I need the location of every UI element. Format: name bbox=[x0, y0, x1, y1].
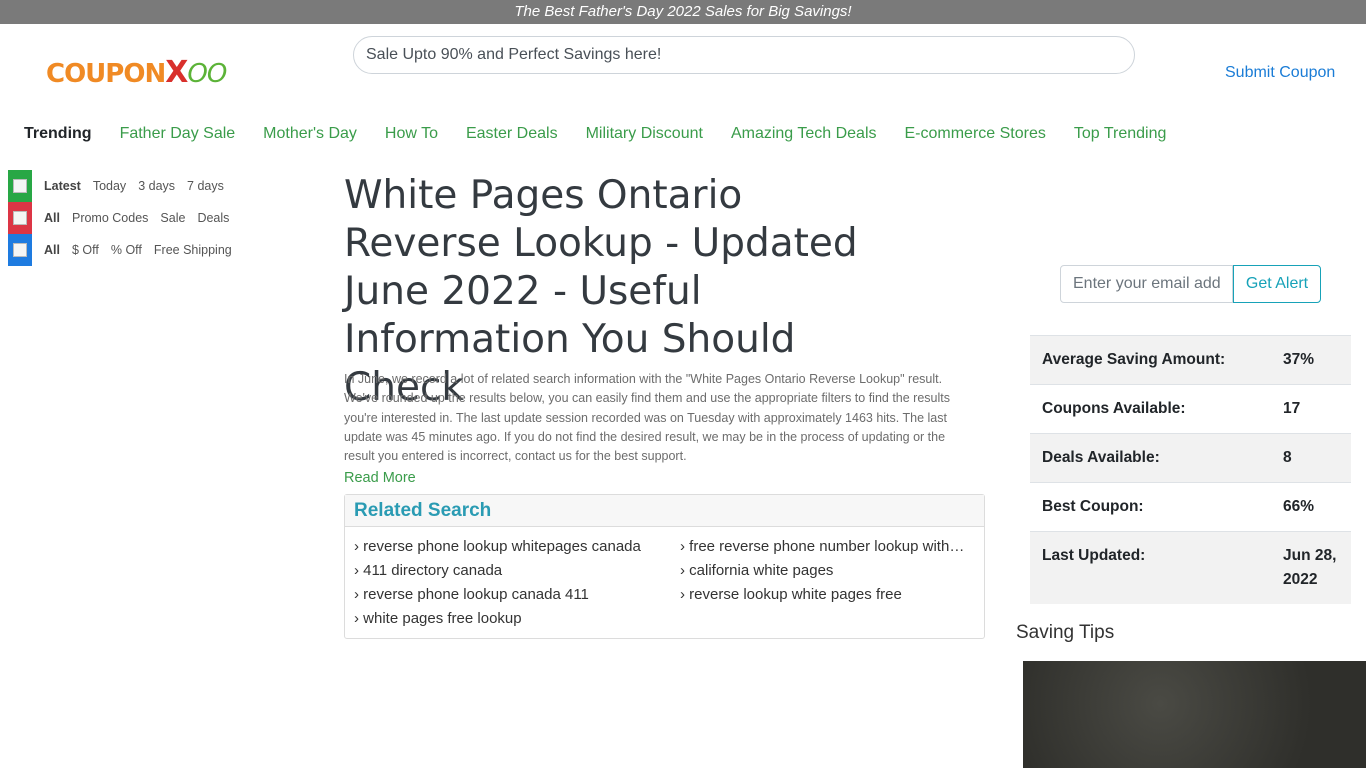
search-input[interactable] bbox=[353, 36, 1135, 74]
stat-value: 8 bbox=[1271, 433, 1351, 483]
related-search-link[interactable]: › reverse phone lookup canada 411 bbox=[354, 584, 680, 606]
related-search-link[interactable]: › reverse phone lookup whitepages canada bbox=[354, 536, 680, 558]
related-search-link[interactable]: › free reverse phone number lookup witho… bbox=[680, 536, 980, 558]
logo-text-coupon: COUPON bbox=[46, 59, 166, 89]
filter-percent-off[interactable]: % Off bbox=[111, 243, 142, 257]
stat-row: Coupons Available: 17 bbox=[1030, 384, 1351, 434]
promo-banner[interactable]: The Best Father's Day 2022 Sales for Big… bbox=[0, 0, 1366, 24]
filter-sale[interactable]: Sale bbox=[160, 211, 185, 225]
filter-today[interactable]: Today bbox=[93, 179, 126, 193]
stat-row: Deals Available: 8 bbox=[1030, 433, 1351, 483]
related-search-link[interactable]: › reverse lookup white pages free bbox=[680, 584, 980, 606]
filter-promo-codes[interactable]: Promo Codes bbox=[72, 211, 148, 225]
stat-row: Last Updated: Jun 28, 2022 bbox=[1030, 531, 1351, 604]
filter-3-days[interactable]: 3 days bbox=[138, 179, 175, 193]
nav-item-ecommerce-stores[interactable]: E-commerce Stores bbox=[905, 125, 1046, 143]
stat-label: Last Updated: bbox=[1030, 531, 1271, 604]
nav-item-father-day-sale[interactable]: Father Day Sale bbox=[120, 125, 236, 143]
filter-row-type: All Promo Codes Sale Deals bbox=[8, 202, 244, 234]
intro-paragraph: In June, we record a lot of related sear… bbox=[344, 372, 950, 464]
filter-7-days[interactable]: 7 days bbox=[187, 179, 224, 193]
stat-row: Best Coupon: 66% bbox=[1030, 482, 1351, 532]
saving-tips-image[interactable] bbox=[1023, 661, 1366, 768]
email-field[interactable] bbox=[1060, 265, 1233, 303]
nav-item-military-discount[interactable]: Military Discount bbox=[586, 125, 703, 143]
submit-coupon-link[interactable]: Submit Coupon bbox=[1225, 64, 1335, 82]
filter-row-time: Latest Today 3 days 7 days bbox=[8, 170, 244, 202]
stat-value: 66% bbox=[1271, 482, 1351, 532]
related-search-link[interactable]: › white pages free lookup bbox=[354, 608, 680, 630]
logo-text-oo: OO bbox=[187, 59, 227, 89]
stat-value: Jun 28, 2022 bbox=[1271, 531, 1351, 604]
filter-panel: Latest Today 3 days 7 days All Promo Cod… bbox=[8, 170, 244, 266]
related-search-title: Related Search bbox=[345, 495, 984, 527]
logo-text-x: X bbox=[165, 55, 188, 90]
get-alert-button[interactable]: Get Alert bbox=[1233, 265, 1321, 303]
saving-tips-title: Saving Tips bbox=[1016, 622, 1115, 643]
nav-title: Trending bbox=[24, 125, 92, 142]
related-search-link[interactable]: › california white pages bbox=[680, 560, 980, 582]
nav-item-how-to[interactable]: How To bbox=[385, 125, 438, 143]
type-filter-icon bbox=[8, 202, 32, 234]
time-filter-icon bbox=[8, 170, 32, 202]
filter-all-discounts[interactable]: All bbox=[44, 243, 60, 257]
stat-value: 37% bbox=[1271, 335, 1351, 385]
filter-deals[interactable]: Deals bbox=[197, 211, 229, 225]
nav-item-easter-deals[interactable]: Easter Deals bbox=[466, 125, 558, 143]
email-alert-form: Get Alert bbox=[1060, 265, 1321, 303]
filter-latest[interactable]: Latest bbox=[44, 179, 81, 193]
trending-nav: Trending Father Day Sale Mother's Day Ho… bbox=[24, 124, 1194, 144]
nav-item-top-trending[interactable]: Top Trending bbox=[1074, 125, 1167, 143]
filter-dollar-off[interactable]: $ Off bbox=[72, 243, 99, 257]
stat-label: Deals Available: bbox=[1030, 433, 1271, 483]
stat-label: Average Saving Amount: bbox=[1030, 335, 1271, 385]
stats-table: Average Saving Amount: 37% Coupons Avail… bbox=[1030, 335, 1351, 604]
stat-row: Average Saving Amount: 37% bbox=[1030, 335, 1351, 385]
filter-all-types[interactable]: All bbox=[44, 211, 60, 225]
nav-item-amazing-tech-deals[interactable]: Amazing Tech Deals bbox=[731, 125, 877, 143]
related-search-link[interactable]: › 411 directory canada bbox=[354, 560, 680, 582]
filter-free-shipping[interactable]: Free Shipping bbox=[154, 243, 232, 257]
related-search-card: Related Search › reverse phone lookup wh… bbox=[344, 494, 985, 639]
related-search-list: › reverse phone lookup whitepages canada… bbox=[345, 527, 984, 630]
stat-label: Best Coupon: bbox=[1030, 482, 1271, 532]
nav-item-mothers-day[interactable]: Mother's Day bbox=[263, 125, 357, 143]
site-logo[interactable]: COUPONXOO bbox=[46, 55, 227, 90]
read-more-link[interactable]: Read More bbox=[344, 470, 416, 486]
stat-value: 17 bbox=[1271, 384, 1351, 434]
stat-label: Coupons Available: bbox=[1030, 384, 1271, 434]
filter-row-discount: All $ Off % Off Free Shipping bbox=[8, 234, 244, 266]
discount-filter-icon bbox=[8, 234, 32, 266]
